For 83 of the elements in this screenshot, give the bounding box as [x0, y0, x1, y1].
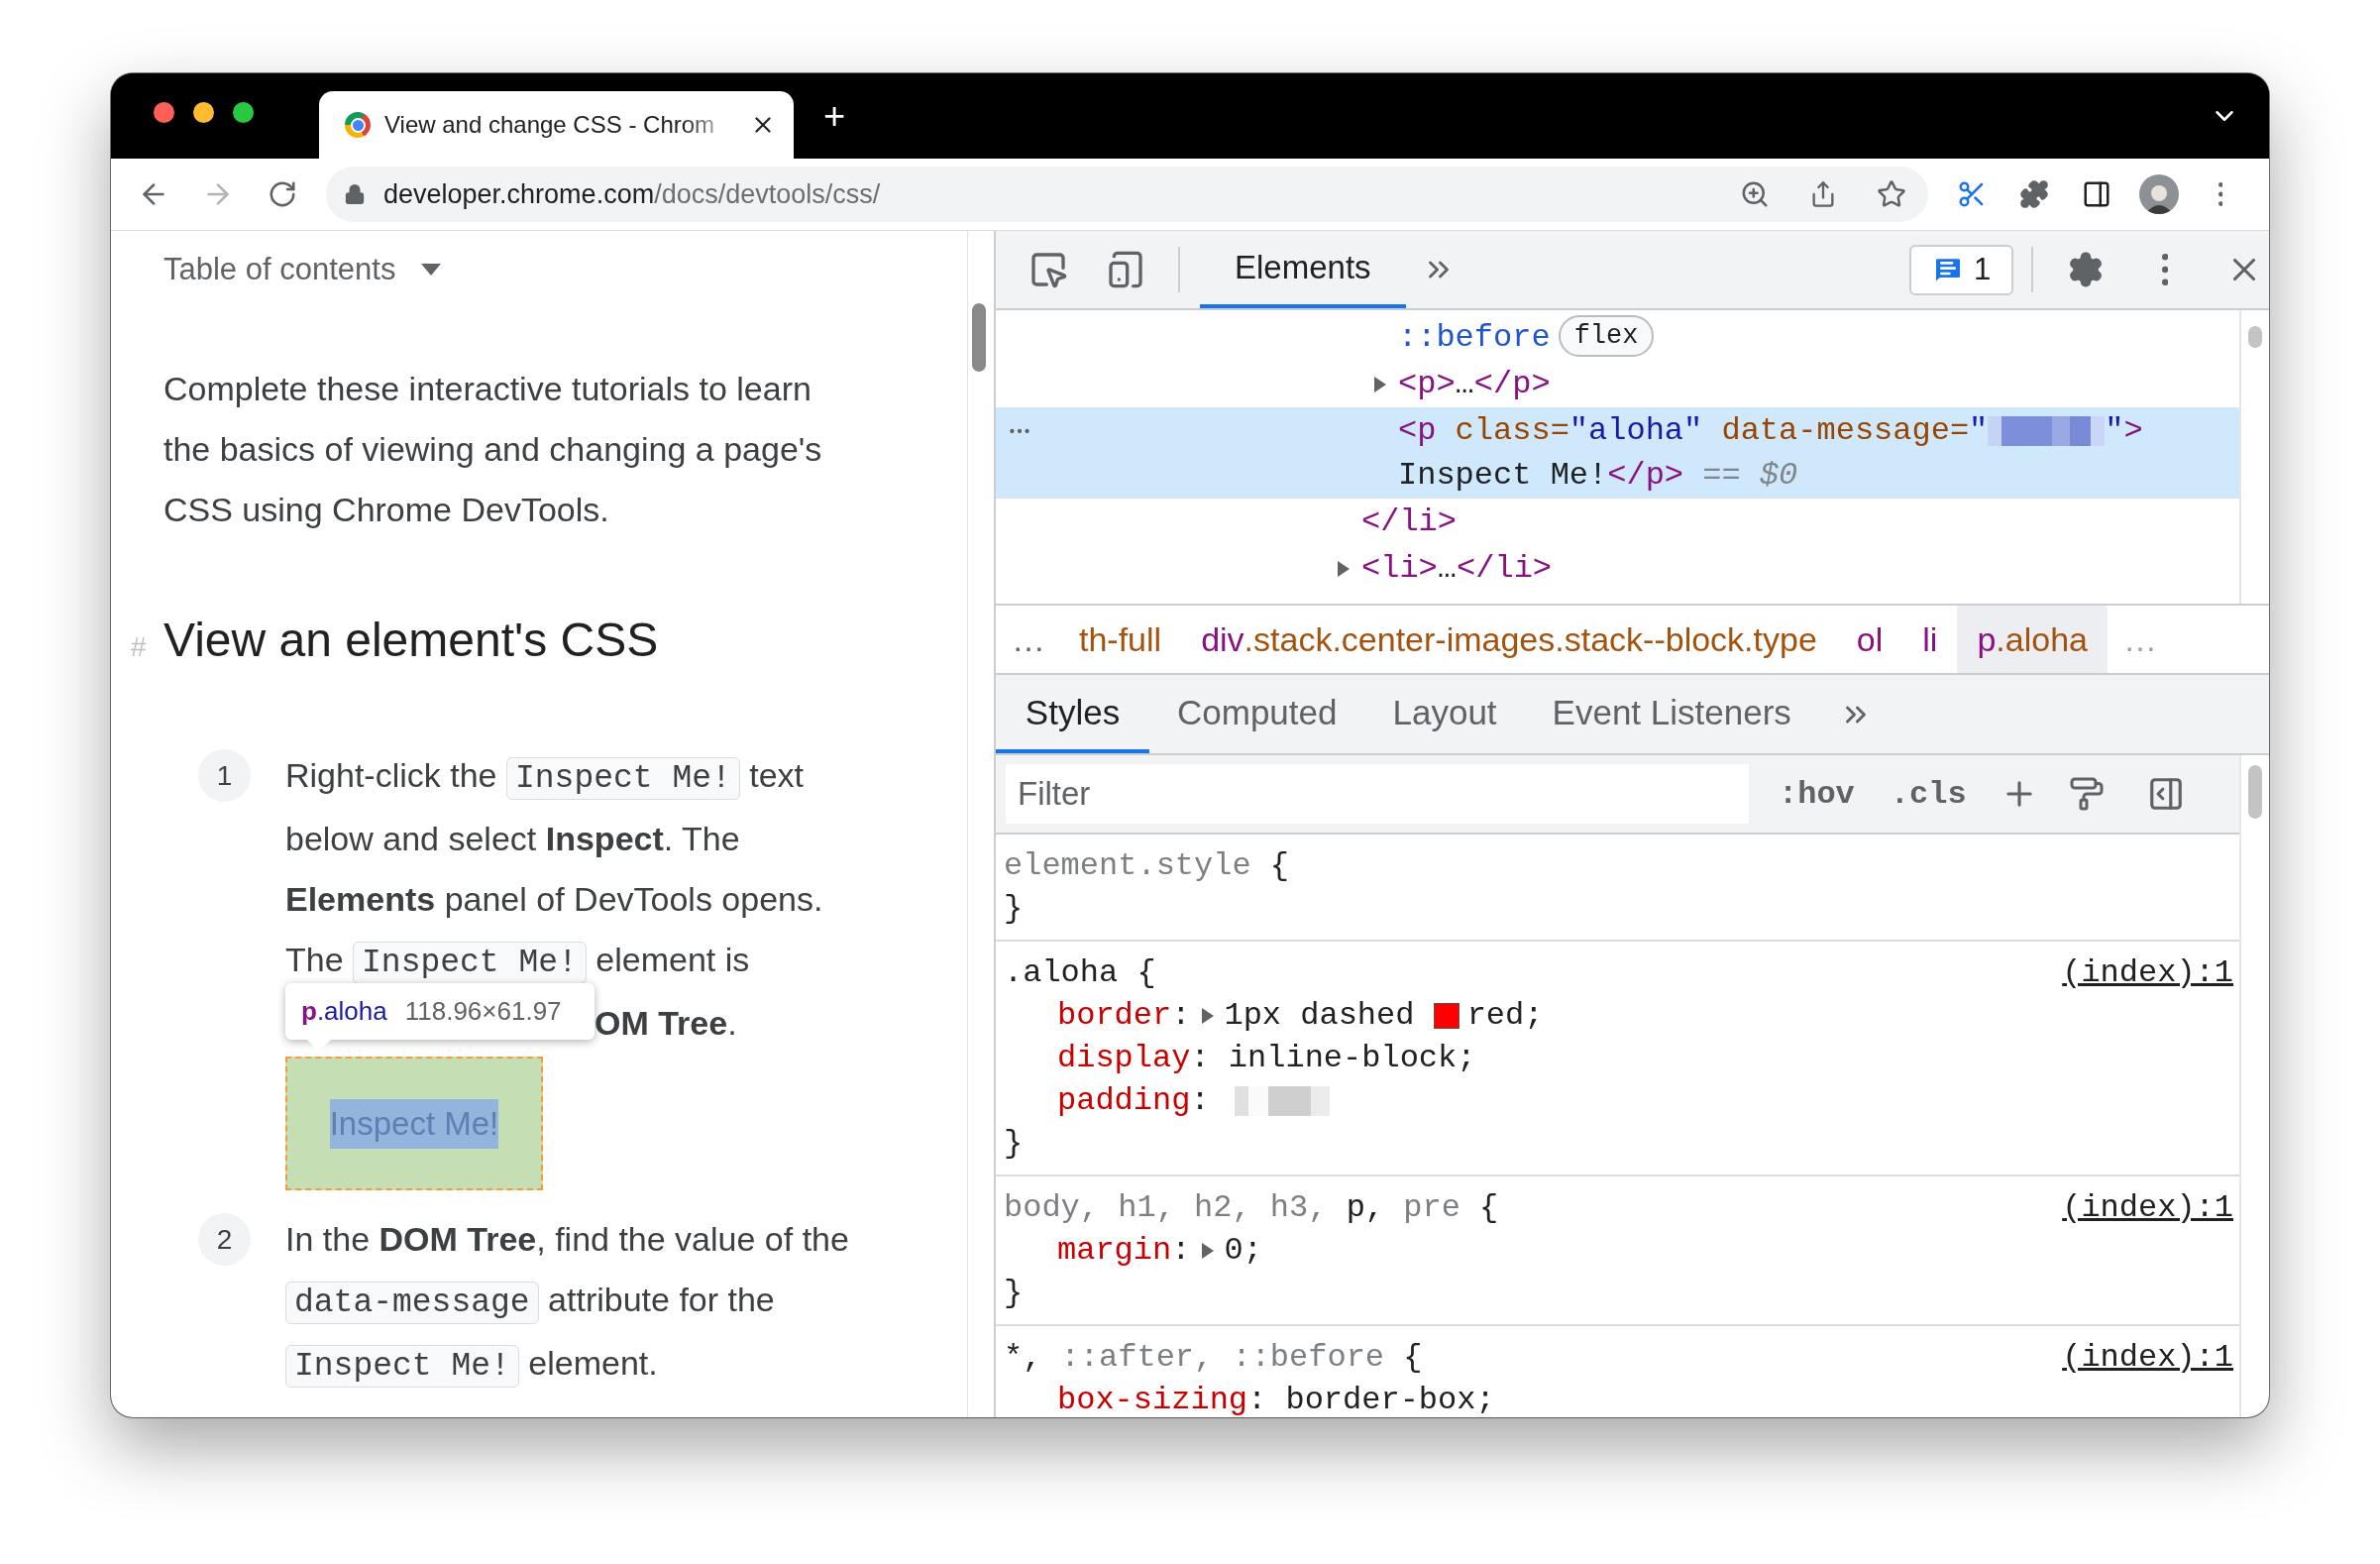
panel-tab[interactable]: Elements [1200, 231, 1406, 308]
breadcrumb-item[interactable]: p.aloha [1957, 606, 2108, 673]
dom-node[interactable]: </li> [996, 499, 2239, 545]
css-value[interactable]: border-box; [1285, 1379, 1495, 1417]
step-number: 2 [198, 1213, 251, 1266]
side-panel-icon [2082, 179, 2111, 209]
expand-triangle-icon[interactable] [1202, 1007, 1215, 1024]
expand-triangle-icon[interactable] [1338, 560, 1350, 577]
dom-node[interactable]: ::before flex [996, 314, 2239, 361]
sidebar-tab[interactable]: Event Listeners [1524, 675, 1819, 753]
sidebar-tab[interactable]: Computed [1149, 675, 1365, 753]
scrollbar-thumb[interactable] [2248, 765, 2262, 819]
new-tab-button[interactable]: + [823, 97, 846, 135]
rule-close-brace: } [1004, 1124, 1025, 1164]
star-icon[interactable] [1877, 179, 1906, 209]
color-swatch[interactable] [1433, 1002, 1460, 1029]
rule-close-brace: } [1004, 889, 1025, 929]
inline-code: Inspect Me! [505, 757, 740, 800]
breadcrumb-item[interactable]: div.stack.center-images.stack--block.type [1181, 606, 1837, 673]
css-property[interactable]: box-sizing: [1057, 1379, 1267, 1417]
scrollbar-thumb[interactable] [2248, 326, 2262, 348]
css-value[interactable]: 1px dashed [1224, 994, 1434, 1037]
css-value[interactable]: red; [1466, 994, 1544, 1037]
breadcrumb-item[interactable]: li [1902, 606, 1958, 673]
logo-icon [345, 112, 371, 138]
breadcrumb-item[interactable]: th-full [1059, 606, 1182, 673]
expand-triangle-icon[interactable] [1374, 376, 1386, 392]
css-property[interactable]: margin: [1057, 1229, 1191, 1272]
hover-state-toggle[interactable]: :hov [1773, 775, 1861, 813]
reload-icon [268, 179, 297, 209]
rule-selector[interactable]: element.style { [1004, 844, 1290, 887]
zoom-icon[interactable] [1740, 179, 1770, 209]
rule-selector[interactable]: *, ::after, ::before { [1004, 1336, 1423, 1379]
element-tooltip: p.aloha 118.96×61.97 [285, 983, 595, 1040]
source-link[interactable]: (index):1 [2062, 1336, 2233, 1379]
sidebar-tab[interactable]: Layout [1364, 675, 1525, 753]
inline-code: Inspect Me! [285, 1345, 519, 1388]
source-link[interactable]: (index):1 [2062, 951, 2233, 994]
rule-close-brace: } [1004, 1274, 1025, 1313]
table-of-contents-toggle[interactable]: Table of contents [163, 243, 442, 296]
device-icon [1106, 250, 1145, 289]
filter-field[interactable]: Filter [1006, 764, 1749, 824]
dom-node[interactable]: <li>…</li> [996, 545, 2239, 592]
puzzle-icon [2019, 179, 2049, 209]
breadcrumb-item[interactable]: ol [1836, 606, 1903, 673]
intro-paragraph: Complete these interactive tutorials to learn the basics of viewing and changing a page's CSS using Chrome DevTools. [163, 369, 823, 530]
css-property[interactable]: padding: [1057, 1079, 1210, 1122]
inline-code: data-message [285, 1282, 539, 1324]
flex-badge[interactable]: flex [1558, 315, 1655, 357]
css-value[interactable]: 0; [1224, 1229, 1262, 1272]
minimize-window-button[interactable] [193, 101, 214, 123]
css-property[interactable]: display: [1057, 1037, 1210, 1079]
class-toggle[interactable]: .cls [1884, 775, 1973, 813]
source-link[interactable]: (index):1 [2062, 1186, 2233, 1229]
lock-icon [344, 183, 366, 205]
step-number: 1 [198, 749, 251, 802]
address-bar[interactable]: developer.chrome.com/docs/devtools/css/ [326, 167, 1928, 222]
close-window-button[interactable] [154, 101, 174, 123]
menu-icon [2161, 254, 2169, 285]
dropdown-caret-icon [421, 264, 442, 276]
paint-roller-icon [2068, 776, 2105, 812]
step-text: OM Tree. [595, 1004, 737, 1042]
menu-icon [2218, 182, 2223, 206]
issues-button[interactable]: 1 [1909, 244, 2013, 295]
dom-node[interactable]: <p class="aloha" data-message=" "> Inspect Me!</p> == $0 [996, 407, 2239, 499]
section-heading: View an element's CSS [163, 613, 659, 668]
avatar-icon[interactable] [2139, 174, 2179, 214]
step-text: In the DOM Tree, find the value of the data-message attribute for the Inspect Me! element. [285, 1209, 849, 1396]
breadcrumb-overflow[interactable]: … [996, 606, 1059, 673]
css-property[interactable]: border: [1057, 994, 1191, 1037]
rule-selector[interactable]: .aloha { [1004, 951, 1156, 994]
css-value[interactable]: inline-block; [1228, 1037, 1476, 1079]
inline-code: Inspect Me! [353, 942, 587, 984]
settings-icon [2067, 251, 2105, 288]
pointer-icon [1028, 250, 1068, 289]
url-text: developer.chrome.com/docs/devtools/css/ [383, 178, 881, 210]
rule-selector[interactable]: body, h1, h2, h3, p, pre { [1004, 1186, 1499, 1229]
scrollbar-thumb[interactable] [972, 303, 986, 372]
tab-title: View and change CSS - Chrom [384, 111, 716, 139]
zoom-window-button[interactable] [233, 101, 254, 123]
browser-tab[interactable]: View and change CSS - Chrom [319, 91, 794, 159]
dom-node[interactable]: <p>…</p> [996, 361, 2239, 407]
expand-triangle-icon[interactable] [1202, 1242, 1215, 1259]
